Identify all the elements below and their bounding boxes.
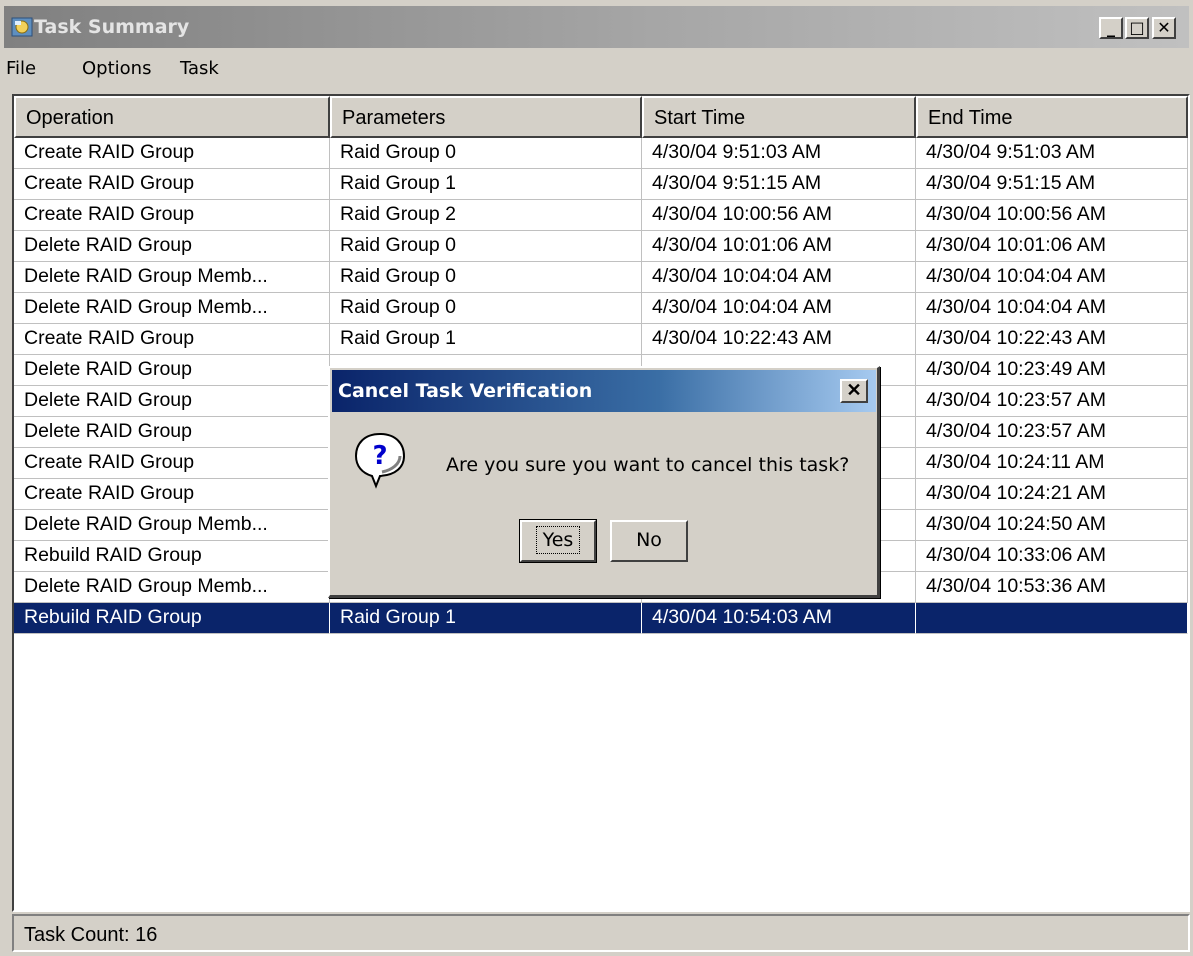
table-cell: Create RAID Group <box>14 200 330 231</box>
svg-text:?: ? <box>372 441 387 471</box>
column-header-parameters[interactable]: Parameters <box>330 96 642 138</box>
table-row[interactable]: Rebuild RAID Group Raid Group 1 4/30/04 10… <box>14 603 1188 634</box>
table-cell: Raid Group 1 <box>330 603 642 634</box>
yes-button-label: Yes <box>535 526 581 554</box>
table-cell: 4/30/04 9:51:15 AM <box>916 169 1188 200</box>
table-cell: 4/30/04 10:54:03 AM <box>642 603 916 634</box>
table-cell <box>916 603 1188 634</box>
table-cell: Delete RAID Group <box>14 231 330 262</box>
table-cell: Raid Group 0 <box>330 293 642 324</box>
table-cell: 4/30/04 10:24:11 AM <box>916 448 1188 479</box>
table-cell: 4/30/04 10:53:36 AM <box>916 572 1188 603</box>
table-cell: Raid Group 1 <box>330 169 642 200</box>
table-row[interactable]: Delete RAID Group Memb...Raid Group 04/3… <box>14 262 1188 293</box>
table-cell: Rebuild RAID Group <box>14 603 330 634</box>
table-cell: Create RAID Group <box>14 448 330 479</box>
table-cell: 4/30/04 10:04:04 AM <box>642 293 916 324</box>
table-cell: 4/30/04 10:33:06 AM <box>916 541 1188 572</box>
table-cell: Create RAID Group <box>14 169 330 200</box>
no-button[interactable]: No <box>610 520 688 562</box>
maximize-button[interactable]: □ <box>1125 17 1149 39</box>
menu-file[interactable]: File <box>6 58 36 79</box>
dialog-close-button[interactable]: ✕ <box>840 379 868 403</box>
table-cell: 4/30/04 10:24:50 AM <box>916 510 1188 541</box>
table-cell: Create RAID Group <box>14 479 330 510</box>
table-row[interactable]: Create RAID Group Raid Group 1 4/30/04 10:… <box>14 324 1188 355</box>
dialog-title-bar[interactable]: Cancel Task Verification ✕ <box>332 370 876 412</box>
menu-task[interactable]: Task <box>180 58 219 79</box>
table-cell: Delete RAID Group Memb... <box>14 510 330 541</box>
table-cell: Raid Group 2 <box>330 200 642 231</box>
cancel-task-dialog: Cancel Task Verification ✕ ? Are you sur… <box>328 366 880 598</box>
table-cell: 4/30/04 10:01:06 AM <box>642 231 916 262</box>
table-cell: Delete RAID Group <box>14 417 330 448</box>
column-header-end-time[interactable]: End Time <box>916 96 1188 138</box>
title-bar[interactable]: Task Summary _ □ ✕ <box>4 6 1189 48</box>
table-cell: 4/30/04 9:51:15 AM <box>642 169 916 200</box>
menu-options[interactable]: Options <box>82 58 151 79</box>
dialog-message: Are you sure you want to cancel this tas… <box>446 454 850 476</box>
table-cell: Delete RAID Group <box>14 355 330 386</box>
table-cell: 4/30/04 10:04:04 AM <box>916 293 1188 324</box>
table-cell: 4/30/04 10:04:04 AM <box>642 262 916 293</box>
table-row[interactable]: Create RAID Group Raid Group 1 4/30/04 9:5… <box>14 169 1188 200</box>
yes-button[interactable]: Yes <box>519 519 597 563</box>
table-cell: 4/30/04 10:00:56 AM <box>642 200 916 231</box>
table-cell: Raid Group 0 <box>330 262 642 293</box>
table-cell: 4/30/04 10:04:04 AM <box>916 262 1188 293</box>
table-cell: Delete RAID Group Memb... <box>14 572 330 603</box>
table-cell: 4/30/04 9:51:03 AM <box>916 138 1188 169</box>
close-button[interactable]: ✕ <box>1152 17 1176 39</box>
task-summary-window: Task Summary _ □ ✕ File Options Task Ope… <box>0 0 1193 956</box>
table-row[interactable]: Create RAID Group Raid Group 2 4/30/04 10:… <box>14 200 1188 231</box>
menu-bar: File Options Task <box>4 52 1189 86</box>
table-cell: Raid Group 1 <box>330 324 642 355</box>
table-cell: Create RAID Group <box>14 324 330 355</box>
dialog-title: Cancel Task Verification <box>338 380 593 402</box>
table-cell: Raid Group 0 <box>330 231 642 262</box>
table-cell: 4/30/04 10:22:43 AM <box>916 324 1188 355</box>
status-bar: Task Count: 16 <box>12 914 1190 952</box>
table-cell: 4/30/04 10:23:57 AM <box>916 386 1188 417</box>
table-row[interactable]: Delete RAID Group Memb...Raid Group 04/3… <box>14 293 1188 324</box>
minimize-button[interactable]: _ <box>1099 17 1123 39</box>
task-count: Task Count: 16 <box>24 924 158 946</box>
table-cell: 4/30/04 10:23:57 AM <box>916 417 1188 448</box>
table-cell: Delete RAID Group Memb... <box>14 262 330 293</box>
app-icon <box>11 17 33 37</box>
table-cell: Create RAID Group <box>14 138 330 169</box>
question-icon: ? <box>354 432 406 489</box>
table-cell: Raid Group 0 <box>330 138 642 169</box>
table-cell: Rebuild RAID Group <box>14 541 330 572</box>
table-cell: 4/30/04 9:51:03 AM <box>642 138 916 169</box>
table-row[interactable]: Delete RAID Group Raid Group 0 4/30/04 10:… <box>14 231 1188 262</box>
column-header-start-time[interactable]: Start Time <box>642 96 916 138</box>
table-cell: 4/30/04 10:22:43 AM <box>642 324 916 355</box>
column-header-operation[interactable]: Operation <box>14 96 330 138</box>
table-row[interactable]: Create RAID Group Raid Group 0 4/30/04 9:5… <box>14 138 1188 169</box>
table-cell: Delete RAID Group Memb... <box>14 293 330 324</box>
table-cell: 4/30/04 10:24:21 AM <box>916 479 1188 510</box>
window-title: Task Summary <box>34 16 190 38</box>
table-cell: 4/30/04 10:00:56 AM <box>916 200 1188 231</box>
table-cell: 4/30/04 10:01:06 AM <box>916 231 1188 262</box>
table-cell: 4/30/04 10:23:49 AM <box>916 355 1188 386</box>
table-cell: Delete RAID Group <box>14 386 330 417</box>
